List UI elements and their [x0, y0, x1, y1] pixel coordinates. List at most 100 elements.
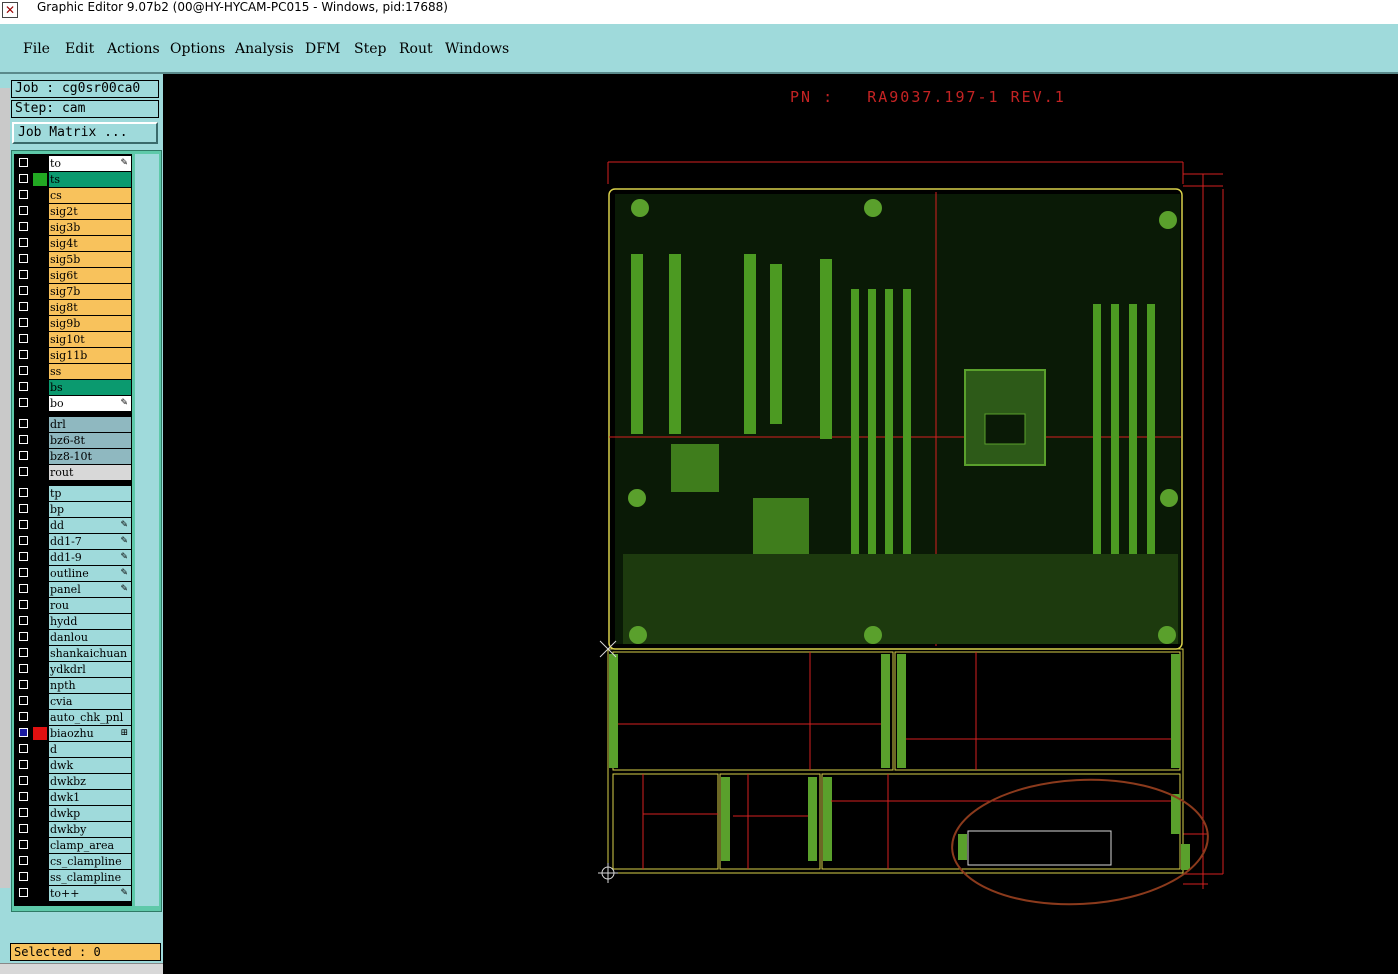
layer-name[interactable]: sig3b [49, 220, 131, 235]
layer-checkbox[interactable] [19, 536, 28, 545]
layer-row-sig5b[interactable]: sig5b [14, 252, 132, 267]
layer-checkbox[interactable] [19, 286, 28, 295]
layer-name[interactable]: ss [49, 364, 131, 379]
layer-color-swatch[interactable] [33, 381, 47, 394]
layer-row-to++[interactable]: to++ ✎ [14, 886, 132, 901]
layer-checkbox[interactable] [19, 776, 28, 785]
layer-checkbox[interactable] [19, 350, 28, 359]
layer-checkbox[interactable] [19, 600, 28, 609]
menu-rout[interactable]: Rout [399, 41, 433, 57]
layer-name[interactable]: dd ✎ [49, 518, 131, 533]
layer-row-sig11b[interactable]: sig11b [14, 348, 132, 363]
layer-color-swatch[interactable] [33, 583, 47, 596]
menu-edit[interactable]: Edit [65, 41, 94, 57]
layer-row-drl[interactable]: drl [14, 417, 132, 432]
layer-row-bp[interactable]: bp [14, 502, 132, 517]
layer-name[interactable]: panel ✎ [49, 582, 131, 597]
layer-color-swatch[interactable] [33, 551, 47, 564]
layer-checkbox[interactable] [19, 318, 28, 327]
layer-color-swatch[interactable] [33, 450, 47, 463]
layer-color-swatch[interactable] [33, 727, 47, 740]
layer-name[interactable]: cvia [49, 694, 131, 709]
layer-color-swatch[interactable] [33, 503, 47, 516]
layer-row-bz6-8t[interactable]: bz6-8t [14, 433, 132, 448]
layer-row-cs_clampline[interactable]: cs_clampline [14, 854, 132, 869]
layer-name[interactable]: sig4t [49, 236, 131, 251]
layer-row-dwkp[interactable]: dwkp [14, 806, 132, 821]
layer-name[interactable]: shankaichuan [49, 646, 131, 661]
layer-color-swatch[interactable] [33, 285, 47, 298]
menu-file[interactable]: File [23, 41, 50, 57]
layer-color-swatch[interactable] [33, 205, 47, 218]
layer-checkbox[interactable] [19, 366, 28, 375]
layer-checkbox[interactable] [19, 238, 28, 247]
layer-name[interactable]: sig7b [49, 284, 131, 299]
layer-name[interactable]: hydd [49, 614, 131, 629]
layer-name[interactable]: dd1-9 ✎ [49, 550, 131, 565]
layer-color-swatch[interactable] [33, 173, 47, 186]
layer-color-swatch[interactable] [33, 647, 47, 660]
layer-checkbox[interactable] [19, 648, 28, 657]
layer-name[interactable]: ydkdrl [49, 662, 131, 677]
layer-color-swatch[interactable] [33, 418, 47, 431]
layer-checkbox[interactable] [19, 632, 28, 641]
layer-row-dd1-9[interactable]: dd1-9 ✎ [14, 550, 132, 565]
layer-color-swatch[interactable] [33, 567, 47, 580]
layer-color-swatch[interactable] [33, 333, 47, 346]
layer-row-ss_clampline[interactable]: ss_clampline [14, 870, 132, 885]
layer-row-to[interactable]: to ✎ [14, 156, 132, 171]
layer-checkbox[interactable] [19, 382, 28, 391]
layer-name[interactable]: dd1-7 ✎ [49, 534, 131, 549]
layer-row-ss[interactable]: ss [14, 364, 132, 379]
layer-checkbox[interactable] [19, 744, 28, 753]
layer-name[interactable]: sig11b [49, 348, 131, 363]
layer-color-swatch[interactable] [33, 535, 47, 548]
layer-color-swatch[interactable] [33, 487, 47, 500]
layer-color-swatch[interactable] [33, 253, 47, 266]
menu-windows[interactable]: Windows [445, 41, 509, 57]
layer-color-swatch[interactable] [33, 711, 47, 724]
layer-color-swatch[interactable] [33, 839, 47, 852]
menu-dfm[interactable]: DFM [305, 41, 340, 57]
layer-name[interactable]: tp [49, 486, 131, 501]
layer-color-swatch[interactable] [33, 695, 47, 708]
layer-row-sig4t[interactable]: sig4t [14, 236, 132, 251]
layer-color-swatch[interactable] [33, 823, 47, 836]
layer-checkbox[interactable] [19, 302, 28, 311]
layer-color-swatch[interactable] [33, 679, 47, 692]
layer-checkbox[interactable] [19, 467, 28, 476]
layer-checkbox[interactable] [19, 334, 28, 343]
layer-checkbox[interactable] [19, 174, 28, 183]
layer-row-tp[interactable]: tp [14, 486, 132, 501]
layer-color-swatch[interactable] [33, 791, 47, 804]
layer-row-bz8-10t[interactable]: bz8-10t [14, 449, 132, 464]
layer-checkbox[interactable] [19, 824, 28, 833]
layer-color-swatch[interactable] [33, 349, 47, 362]
graphics-canvas[interactable] [163, 74, 1398, 974]
layer-row-dwk[interactable]: dwk [14, 758, 132, 773]
layer-color-swatch[interactable] [33, 855, 47, 868]
layer-row-panel[interactable]: panel ✎ [14, 582, 132, 597]
layer-row-cvia[interactable]: cvia [14, 694, 132, 709]
layer-name[interactable]: bz6-8t [49, 433, 131, 448]
layer-checkbox[interactable] [19, 190, 28, 199]
layer-name[interactable]: sig2t [49, 204, 131, 219]
layer-row-sig2t[interactable]: sig2t [14, 204, 132, 219]
layer-name[interactable]: to ✎ [49, 156, 131, 171]
layer-checkbox[interactable] [19, 504, 28, 513]
layer-checkbox[interactable] [19, 584, 28, 593]
layer-color-swatch[interactable] [33, 397, 47, 410]
layer-row-rout[interactable]: rout [14, 465, 132, 480]
menu-options[interactable]: Options [170, 41, 225, 57]
layer-checkbox[interactable] [19, 222, 28, 231]
layer-row-biaozhu[interactable]: biaozhu ⊞ [14, 726, 132, 741]
layer-name[interactable]: bz8-10t [49, 449, 131, 464]
layer-checkbox[interactable] [19, 158, 28, 167]
layer-color-swatch[interactable] [33, 365, 47, 378]
layer-name[interactable]: dwk [49, 758, 131, 773]
layer-name[interactable]: sig8t [49, 300, 131, 315]
layer-checkbox[interactable] [19, 254, 28, 263]
layer-name[interactable]: dwk1 [49, 790, 131, 805]
layer-checkbox[interactable] [19, 568, 28, 577]
layer-row-auto_chk_pnl[interactable]: auto_chk_pnl [14, 710, 132, 725]
